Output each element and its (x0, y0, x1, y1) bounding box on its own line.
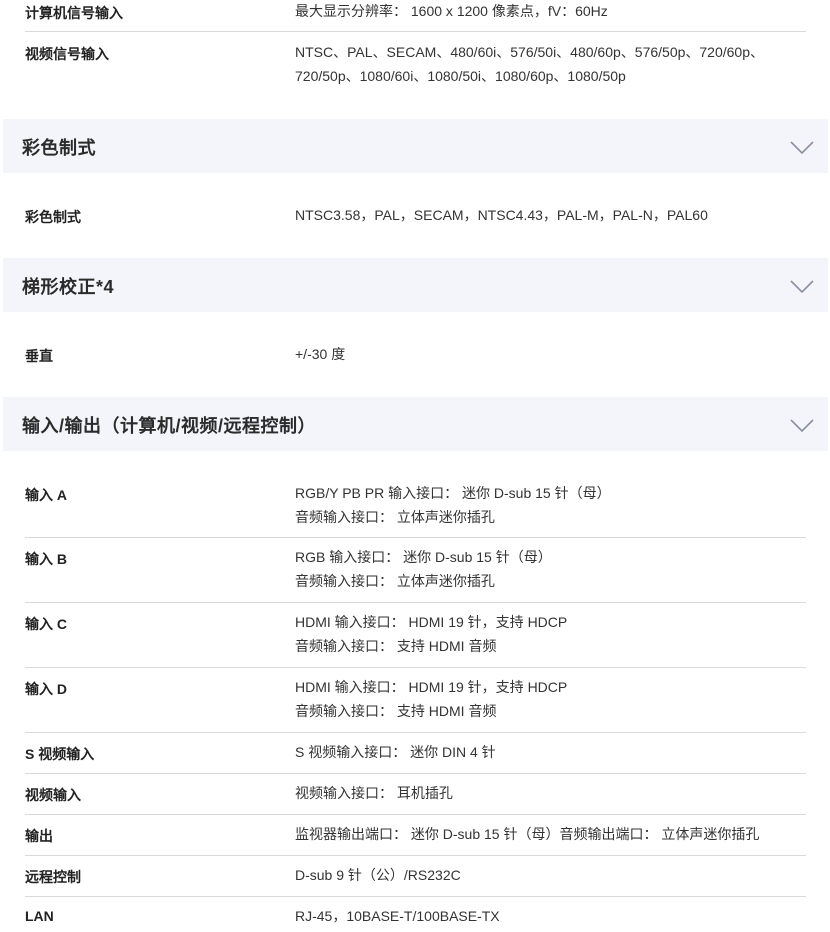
chevron-down-icon[interactable] (790, 419, 814, 433)
spec-row-lan: LAN RJ-45，10BASE-T/100BASE-TX (0, 897, 830, 932)
spec-label: S 视频输入 (25, 746, 95, 762)
spec-label: 输入 C (25, 616, 67, 632)
spec-value: RJ-45，10BASE-T/100BASE-TX (295, 904, 805, 928)
spec-value-line: 最大显示分辨率： 1600 x 1200 像素点，fV：60Hz (295, 3, 608, 19)
spec-value: 视频输入接口： 耳机插孔 (295, 781, 805, 805)
spec-value-line: 监视器输出端口： 迷你 D-sub 15 针（母）音频输出端口： 立体声迷你插孔 (295, 826, 760, 842)
section-io[interactable]: 输入/输出（计算机/视频/远程控制） (3, 397, 828, 451)
spec-row-input-d: 输入 D HDMI 输入接口： HDMI 19 针，支持 HDCP 音频输入接口… (0, 668, 830, 732)
spec-row-input-b: 输入 B RGB 输入接口： 迷你 D-sub 15 针（母） 音频输入接口： … (0, 538, 830, 602)
spec-value: HDMI 输入接口： HDMI 19 针，支持 HDCP 音频输入接口： 支持 … (295, 610, 805, 658)
spec-value-line: 视频输入接口： 耳机插孔 (295, 785, 453, 801)
spec-label: 输入 B (25, 551, 67, 567)
spec-row-input-c: 输入 C HDMI 输入接口： HDMI 19 针，支持 HDCP 音频输入接口… (0, 603, 830, 667)
section-keystone[interactable]: 梯形校正*4 (3, 258, 828, 312)
spec-row-remote-control: 远程控制 D-sub 9 针（公）/RS232C (0, 856, 830, 896)
spec-value-line: NTSC3.58，PAL，SECAM，NTSC4.43，PAL-M，PAL-N，… (295, 207, 708, 223)
spec-row-color-system: 彩色制式 NTSC3.58，PAL，SECAM，NTSC4.43，PAL-M，P… (0, 196, 830, 236)
spec-label: 视频信号输入 (25, 46, 109, 62)
section-title: 彩色制式 (22, 138, 96, 158)
section-title: 输入/输出（计算机/视频/远程控制） (22, 416, 317, 436)
spec-value-line: 音频输入接口： 立体声迷你插孔 (295, 509, 495, 525)
spec-value: D-sub 9 针（公）/RS232C (295, 863, 805, 887)
spec-value: NTSC3.58，PAL，SECAM，NTSC4.43，PAL-M，PAL-N，… (295, 203, 805, 227)
spec-value: RGB/Y PB PR 输入接口： 迷你 D-sub 15 针（母） 音频输入接… (295, 481, 805, 529)
spec-value: RGB 输入接口： 迷你 D-sub 15 针（母） 音频输入接口： 立体声迷你… (295, 545, 805, 593)
spec-value: 监视器输出端口： 迷你 D-sub 15 针（母）音频输出端口： 立体声迷你插孔 (295, 822, 805, 846)
spec-value-line: S 视频输入接口： 迷你 DIN 4 针 (295, 744, 496, 760)
spec-row-s-video: S 视频输入 S 视频输入接口： 迷你 DIN 4 针 (0, 733, 830, 773)
section-color-system[interactable]: 彩色制式 (3, 119, 828, 173)
spec-value-line: +/-30 度 (295, 346, 346, 362)
spec-value: S 视频输入接口： 迷你 DIN 4 针 (295, 740, 805, 764)
spec-row-computer-signal: 计算机信号输入 最大显示分辨率： 1600 x 1200 像素点，fV：60Hz (0, 0, 830, 32)
spec-label: 输入 A (25, 487, 67, 503)
spec-row-video: 视频输入 视频输入接口： 耳机插孔 (0, 774, 830, 814)
spec-value-line: RJ-45，10BASE-T/100BASE-TX (295, 908, 500, 924)
spec-value-line: 720/50p、1080/60i、1080/50i、1080/60p、1080/… (295, 68, 626, 84)
spec-label: 计算机信号输入 (25, 5, 123, 21)
chevron-down-icon[interactable] (790, 141, 814, 155)
spec-value-line: D-sub 9 针（公）/RS232C (295, 867, 461, 883)
spec-value-line: RGB/Y PB PR 输入接口： 迷你 D-sub 15 针（母） (295, 485, 611, 501)
spec-value: HDMI 输入接口： HDMI 19 针，支持 HDCP 音频输入接口： 支持 … (295, 675, 805, 723)
spec-label: 彩色制式 (25, 209, 81, 225)
spec-label: 输入 D (25, 681, 67, 697)
spec-label: LAN (25, 908, 54, 924)
spec-value-line: HDMI 输入接口： HDMI 19 针，支持 HDCP (295, 679, 568, 695)
spec-row-output: 输出 监视器输出端口： 迷你 D-sub 15 针（母）音频输出端口： 立体声迷… (0, 815, 830, 855)
spec-value: +/-30 度 (295, 342, 805, 366)
spec-value-line: RGB 输入接口： 迷你 D-sub 15 针（母） (295, 549, 552, 565)
spec-row-video-signal: 视频信号输入 NTSC、PAL、SECAM、480/60i、576/50i、48… (0, 32, 830, 102)
section-title: 梯形校正*4 (22, 277, 115, 297)
spec-value-line: 音频输入接口： 立体声迷你插孔 (295, 573, 495, 589)
spec-label: 垂直 (25, 348, 53, 364)
spec-value-line: HDMI 输入接口： HDMI 19 针，支持 HDCP (295, 614, 568, 630)
spec-row-vertical: 垂直 +/-30 度 (0, 335, 830, 375)
spec-label: 视频输入 (25, 787, 81, 803)
spec-label: 远程控制 (25, 869, 81, 885)
spec-value-line: 音频输入接口： 支持 HDMI 音频 (295, 703, 497, 719)
spec-value-line: 音频输入接口： 支持 HDMI 音频 (295, 638, 497, 654)
chevron-down-icon[interactable] (790, 280, 814, 294)
spec-label: 输出 (25, 828, 53, 844)
spec-row-input-a: 输入 A RGB/Y PB PR 输入接口： 迷你 D-sub 15 针（母） … (0, 474, 830, 537)
spec-value: NTSC、PAL、SECAM、480/60i、576/50i、480/60p、5… (295, 40, 805, 88)
spec-value-line: NTSC、PAL、SECAM、480/60i、576/50i、480/60p、5… (295, 44, 764, 60)
spec-value: 最大显示分辨率： 1600 x 1200 像素点，fV：60Hz (295, 0, 805, 23)
